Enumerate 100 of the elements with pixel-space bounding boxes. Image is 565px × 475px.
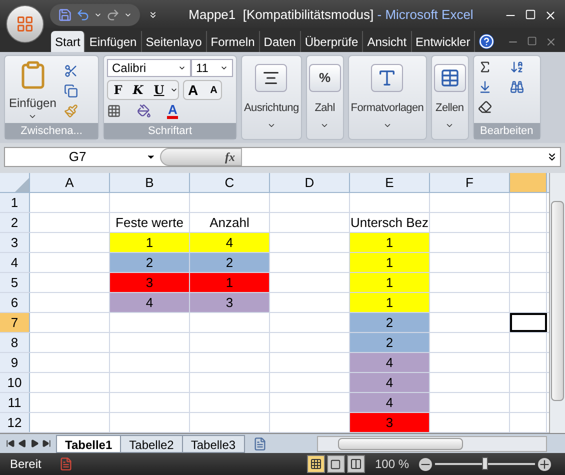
- scrollbar-thumb[interactable]: [338, 438, 463, 450]
- sheet-tab[interactable]: Tabelle1: [56, 434, 122, 452]
- view-button[interactable]: [326, 455, 345, 473]
- column-header[interactable]: C: [190, 173, 270, 192]
- styles-icon: [377, 68, 398, 88]
- table-cell: 1: [110, 233, 190, 252]
- table-cell: 3: [110, 273, 190, 292]
- zoom-in-icon[interactable]: [538, 458, 551, 470]
- align-icon: [262, 69, 280, 87]
- caret-icon[interactable]: [124, 11, 132, 19]
- row-header[interactable]: 10: [0, 373, 30, 392]
- group-label: Schriftart: [104, 123, 236, 139]
- table-cell: 3: [350, 413, 430, 432]
- sheet-tab[interactable]: Tabelle3: [182, 434, 245, 452]
- caret-icon[interactable]: [170, 86, 178, 94]
- scissors-icon[interactable]: [64, 64, 78, 78]
- table-cell: 1: [350, 293, 430, 312]
- row-header[interactable]: 9: [0, 353, 30, 372]
- table-cell: 4: [350, 373, 430, 392]
- next-sheet-icon[interactable]: [30, 439, 39, 448]
- percent-icon: %: [319, 68, 331, 88]
- zoom-out-icon[interactable]: [419, 458, 432, 470]
- columns-icon: [350, 458, 362, 470]
- window-title: Mappe1 [Kompatibilitätsmodus]: [188, 7, 374, 22]
- view-button[interactable]: [306, 455, 325, 473]
- restore-icon[interactable]: [527, 36, 537, 46]
- close-icon[interactable]: [544, 8, 557, 22]
- row-header[interactable]: 12: [0, 413, 30, 432]
- help-icon[interactable]: [479, 34, 494, 49]
- customize-icon[interactable]: [148, 10, 158, 20]
- table-cell: 3: [190, 293, 270, 312]
- column-header[interactable]: A: [30, 173, 110, 192]
- new-sheet-icon[interactable]: [252, 436, 267, 450]
- font-size-field[interactable]: 11: [191, 59, 233, 77]
- table-cell: 4: [350, 353, 430, 372]
- view-button[interactable]: [346, 455, 365, 473]
- table-cell: 2: [190, 253, 270, 272]
- status-text: Bereit: [9, 456, 42, 473]
- row-header[interactable]: 4: [0, 253, 30, 272]
- row-header[interactable]: 3: [0, 233, 30, 252]
- active-cell[interactable]: [510, 313, 547, 332]
- row-header[interactable]: 6: [0, 293, 30, 312]
- row-header[interactable]: 2: [0, 213, 30, 232]
- grid-icon: [310, 458, 322, 470]
- group-label: Bearbeiten: [474, 123, 540, 139]
- row-header[interactable]: 8: [0, 333, 30, 352]
- sheet-tab[interactable]: Tabelle2: [120, 434, 183, 452]
- table-cell: Untersch Bez: [350, 213, 430, 232]
- copy-icon[interactable]: [64, 84, 78, 98]
- eraser-icon[interactable]: [478, 100, 492, 114]
- caret-icon: [220, 64, 228, 72]
- fill-down-icon[interactable]: [478, 80, 492, 94]
- border-icon[interactable]: [107, 104, 121, 118]
- table-cell: 1: [350, 273, 430, 292]
- table-cell: 4: [110, 293, 190, 312]
- page-icon: [330, 458, 342, 470]
- table-icon: [440, 68, 460, 88]
- fill-color-icon[interactable]: [137, 104, 151, 118]
- row-header[interactable]: 7: [0, 313, 30, 332]
- logo-icon: [16, 15, 34, 33]
- scrollbar-thumb[interactable]: [551, 201, 564, 401]
- macro-record-icon[interactable]: [59, 457, 74, 471]
- grow-font-button[interactable]: A: [188, 80, 198, 100]
- italic-button[interactable]: K: [128, 81, 148, 99]
- column-header[interactable]: E: [350, 173, 430, 192]
- shrink-font-button[interactable]: A: [210, 82, 218, 98]
- column-header[interactable]: D: [270, 173, 350, 192]
- zoom-level: 100 %: [374, 456, 409, 473]
- font-field[interactable]: Calibri: [107, 59, 191, 77]
- row-header[interactable]: 1: [0, 193, 30, 212]
- table-cell: 1: [190, 273, 270, 292]
- column-header[interactable]: B: [110, 173, 190, 192]
- row-header[interactable]: 5: [0, 273, 30, 292]
- maximize-icon[interactable]: [525, 8, 536, 20]
- save-icon[interactable]: [58, 8, 72, 22]
- table-cell: 4: [350, 393, 430, 412]
- redo-icon[interactable]: [106, 8, 120, 22]
- first-sheet-icon[interactable]: [6, 439, 15, 448]
- table-cell: Feste werte: [110, 213, 190, 232]
- zoom-slider-thumb[interactable]: [482, 457, 488, 470]
- table-cell: 1: [350, 233, 430, 252]
- office-button[interactable]: [6, 5, 44, 43]
- bold-button[interactable]: F: [108, 81, 128, 99]
- font-color-button[interactable]: A: [167, 103, 178, 119]
- find-icon[interactable]: [510, 80, 524, 94]
- prev-sheet-icon[interactable]: [18, 439, 27, 448]
- table-cell: 2: [350, 333, 430, 352]
- last-sheet-icon[interactable]: [42, 439, 51, 448]
- app-name: - Microsoft Excel: [376, 7, 474, 22]
- caret-icon[interactable]: [94, 11, 102, 19]
- row-header[interactable]: 11: [0, 393, 30, 412]
- ribbon-tab[interactable]: Start: [51, 31, 86, 52]
- caret-icon: [28, 112, 38, 121]
- caret-icon: [178, 64, 186, 72]
- table-cell: Anzahl: [190, 213, 270, 232]
- table-cell: 4: [190, 233, 270, 252]
- paste-button[interactable]: Einfügen: [9, 60, 56, 121]
- sort-icon[interactable]: [510, 60, 524, 74]
- underline-button[interactable]: U: [148, 81, 170, 99]
- group-label: Zwischena...: [5, 123, 98, 139]
